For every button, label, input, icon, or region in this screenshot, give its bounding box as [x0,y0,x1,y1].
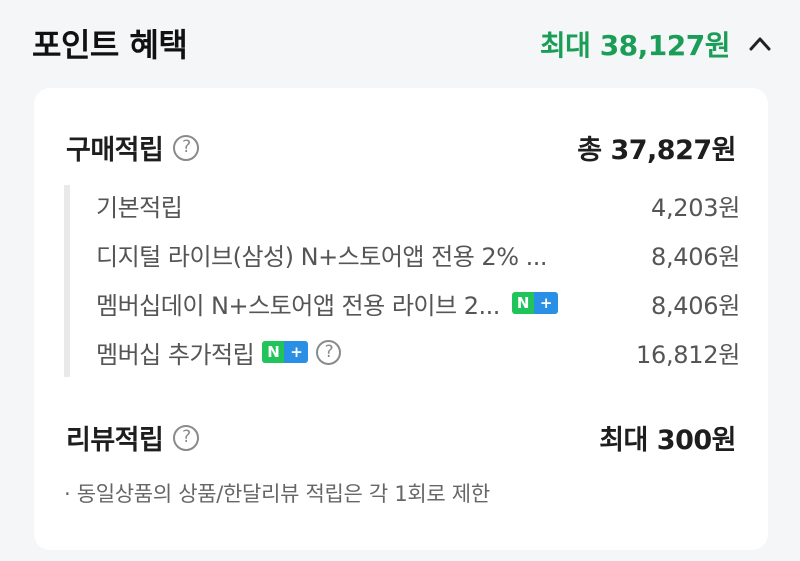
breakdown-label: 디지털 라이브(삼성) N+스토어앱 전용 2% ... [96,242,548,271]
review-points-label-group: 리뷰적립 ? [66,418,200,457]
review-limit-note: · 동일상품의 상품/한달리뷰 적립은 각 1회로 제한 [64,482,490,506]
section-title: 포인트 혜택 [32,26,188,64]
breakdown-row-membership-day: 멤버십데이 N+스토어앱 전용 라이브 2... N + 8,406원 [96,283,740,323]
review-points-row: 리뷰적립 ? 최대 300원 [66,418,736,457]
breakdown-value: 16,812원 [636,340,740,369]
question-circle-icon[interactable]: ? [173,424,200,451]
breakdown-value: 8,406원 [651,291,740,320]
badge-plus: + [284,341,309,363]
breakdown-label: 멤버십데이 N+스토어앱 전용 라이브 2... [96,291,500,320]
naver-plus-badge: N + [262,341,309,363]
breakdown-label: 멤버십 추가적립 [96,340,255,369]
purchase-points-breakdown: 기본적립 4,203원 디지털 라이브(삼성) N+스토어앱 전용 2% ...… [64,185,740,377]
review-points-label: 리뷰적립 [66,425,164,456]
point-detail-card: 구매적립 ? 총 37,827원 기본적립 4,203원 디지털 라이브(삼성)… [34,88,768,550]
question-circle-icon[interactable]: ? [316,339,342,365]
header-summary[interactable]: 최대 38,127원 [540,24,772,64]
purchase-points-label: 구매적립 [66,135,164,166]
breakdown-value: 4,203원 [651,193,740,222]
point-benefit-header[interactable]: 포인트 혜택 최대 38,127원 [0,0,800,84]
badge-plus: + [533,292,558,314]
question-circle-icon[interactable]: ? [173,134,200,161]
badge-n: N [262,341,285,363]
purchase-points-total: 총 37,827원 [577,135,736,166]
badge-n: N [511,292,534,314]
review-points-max: 최대 300원 [599,425,736,456]
chevron-up-icon[interactable] [748,32,772,56]
breakdown-label: 기본적립 [96,193,183,222]
breakdown-row-digital-live: 디지털 라이브(삼성) N+스토어앱 전용 2% ... 8,406원 [96,234,740,274]
breakdown-value: 8,406원 [651,242,740,271]
purchase-points-label-group: 구매적립 ? [66,128,200,167]
breakdown-row-basic: 기본적립 4,203원 [96,185,740,225]
purchase-points-row: 구매적립 ? 총 37,827원 [66,128,736,167]
naver-plus-badge: N + [511,292,558,314]
breakdown-row-membership-extra: 멤버십 추가적립 N + ? 16,812원 [96,332,740,372]
max-point-amount: 최대 38,127원 [539,29,731,62]
